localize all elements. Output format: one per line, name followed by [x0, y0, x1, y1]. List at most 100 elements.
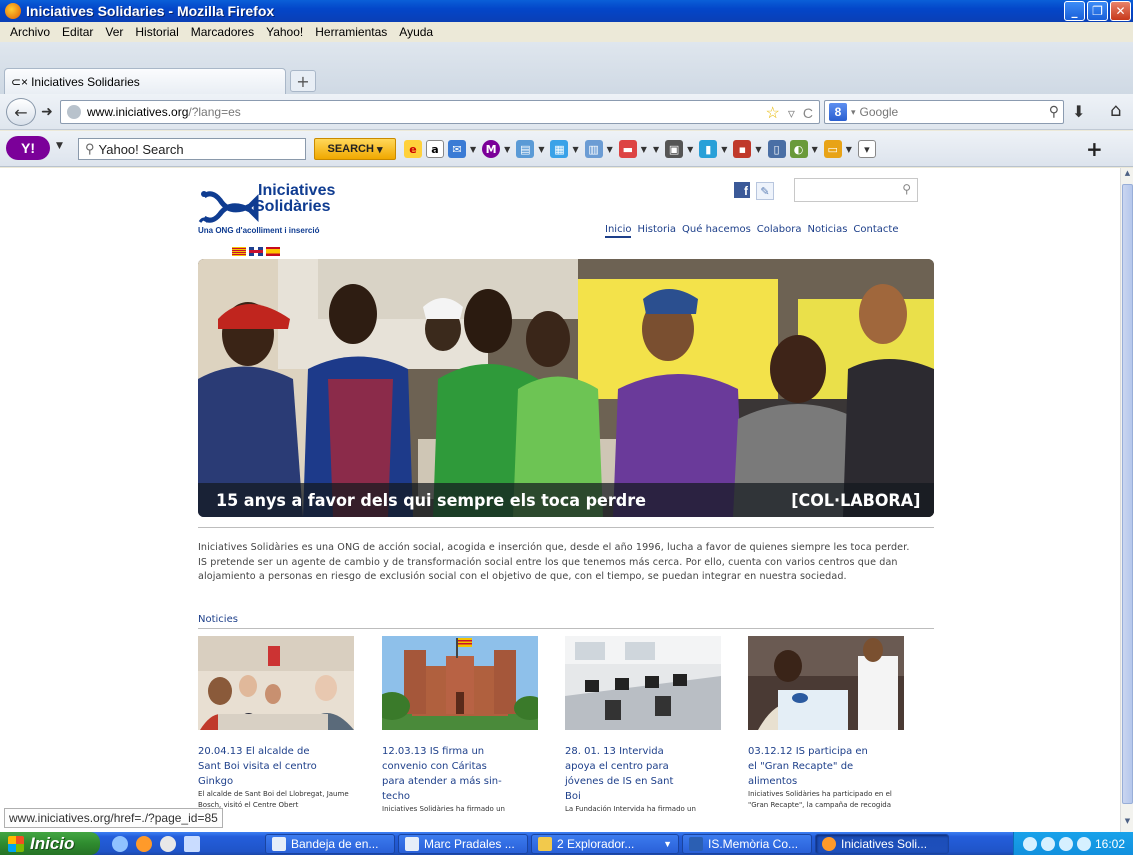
menu-editar[interactable]: Editar: [56, 25, 99, 39]
yahoo-search-button-label: SEARCH: [327, 143, 374, 155]
answers-icon[interactable]: ▯: [767, 140, 786, 158]
search-engine-box[interactable]: 8 ▾ Google ⚲: [824, 100, 1064, 124]
news-title[interactable]: 20.04.13 El alcalde de Sant Boi visita e…: [198, 744, 318, 789]
forward-button[interactable]: ➜: [36, 102, 58, 122]
minimize-button[interactable]: _: [1064, 1, 1085, 21]
my-yahoo-icon[interactable]: M: [482, 140, 501, 158]
news-item[interactable]: 20.04.13 El alcalde de Sant Boi visita e…: [198, 636, 354, 811]
firefox-icon: [822, 836, 836, 851]
news-thumbnail[interactable]: [565, 636, 721, 730]
yahoo-dropdown-icon[interactable]: ▼: [56, 141, 63, 151]
menu-marcadores[interactable]: Marcadores: [185, 25, 260, 39]
menu-archivo[interactable]: Archivo: [4, 25, 56, 39]
tray-app-icon[interactable]: [1076, 836, 1091, 851]
amazon-icon[interactable]: a: [426, 140, 444, 158]
globe-icon: [67, 105, 81, 119]
nav-que-hacemos[interactable]: Qué hacemos: [682, 224, 751, 238]
app-quick-icon[interactable]: [184, 835, 200, 852]
restore-button[interactable]: ❐: [1087, 1, 1108, 21]
firefox-quick-icon[interactable]: [136, 835, 152, 852]
uk-flag-icon[interactable]: [249, 247, 263, 256]
nav-inicio[interactable]: Inicio: [605, 224, 632, 238]
start-button[interactable]: Inicio: [0, 832, 100, 855]
download-icon[interactable]: ⬇: [1072, 102, 1085, 121]
search-icon[interactable]: ⚲: [1049, 103, 1059, 120]
weather-icon[interactable]: ▮: [699, 140, 718, 158]
vertical-scrollbar[interactable]: ▲ ▼: [1120, 168, 1133, 832]
nav-historia[interactable]: Historia: [637, 224, 676, 238]
dropdown-icon[interactable]: ▿: [788, 105, 795, 122]
nav-contacte[interactable]: Contacte: [853, 224, 898, 238]
menu-yahoo[interactable]: Yahoo!: [260, 25, 309, 39]
ebay-icon[interactable]: e: [404, 140, 422, 158]
yahoo-search-input[interactable]: ⚲ Yahoo! Search: [78, 138, 306, 160]
news-heading[interactable]: Noticies: [198, 614, 238, 625]
taskbar-item[interactable]: 2 Explorador... ▼: [531, 833, 679, 854]
add-button-icon[interactable]: +: [1086, 137, 1103, 161]
news-item[interactable]: 28. 01. 13 Intervida apoya el centro par…: [565, 636, 721, 815]
taskbar-item[interactable]: Bandeja de en...: [265, 833, 395, 854]
facebook-icon[interactable]: f: [734, 182, 750, 198]
notes-icon[interactable]: ▥: [584, 140, 603, 158]
tab-iniciatives[interactable]: ⊂× Iniciatives Solidaries: [4, 68, 286, 94]
menu-ayuda[interactable]: Ayuda: [393, 25, 439, 39]
new-tab-button[interactable]: +: [290, 70, 316, 92]
yahoo-logo-icon[interactable]: Y!: [6, 136, 50, 160]
catalan-flag-icon[interactable]: [232, 247, 246, 256]
clock[interactable]: 16:02: [1095, 837, 1125, 851]
quick-launch: [112, 835, 262, 852]
news-thumbnail[interactable]: [382, 636, 538, 730]
url-bar[interactable]: www.iniciatives.org /?lang=es ☆ ▿ C: [60, 100, 820, 124]
windows-taskbar: Inicio Bandeja de en... Marc Pradales ..…: [0, 832, 1133, 855]
mail-icon[interactable]: ✉: [448, 140, 466, 158]
movies-icon[interactable]: ▣: [665, 140, 684, 158]
menu-herramientas[interactable]: Herramientas: [309, 25, 393, 39]
home-icon[interactable]: ⌂: [1110, 100, 1121, 121]
group-dropdown-icon[interactable]: ▼: [663, 839, 672, 849]
hero-banner[interactable]: 15 anys a favor dels qui sempre els toca…: [198, 259, 934, 517]
taskbar-item[interactable]: IS.Memòria Co...: [682, 833, 812, 854]
folder-icon: [538, 836, 552, 851]
news-thumbnail[interactable]: [748, 636, 904, 730]
taskbar-item-active[interactable]: Iniciatives Soli...: [815, 833, 949, 854]
bookmark-star-icon[interactable]: ☆: [766, 103, 780, 123]
tray-volume-icon[interactable]: [1058, 836, 1073, 851]
flickr-icon[interactable]: ◐: [789, 140, 808, 158]
search-icon[interactable]: ⚲: [902, 182, 911, 196]
site-logo[interactable]: Iniciatives Solidàries Una ONG d'acollim…: [198, 178, 378, 240]
nav-colabora[interactable]: Colabora: [757, 224, 802, 238]
tray-network-icon[interactable]: [1040, 836, 1055, 851]
ie-icon[interactable]: [112, 835, 128, 852]
chrome-icon[interactable]: [160, 835, 176, 852]
search-engine-placeholder: Google: [859, 105, 899, 119]
site-search-input[interactable]: ⚲: [794, 178, 918, 202]
sports-icon[interactable]: ▬: [618, 140, 637, 158]
taskbar-item[interactable]: Marc Pradales ...: [398, 833, 528, 854]
tray-arrow-icon[interactable]: [1022, 836, 1037, 851]
news-item[interactable]: 12.03.13 IS firma un convenio con Cárita…: [382, 636, 538, 815]
finance-icon[interactable]: ▭: [823, 140, 842, 158]
nav-noticias[interactable]: Noticias: [808, 224, 848, 238]
news-item[interactable]: 03.12.12 IS participa en el "Gran Recapt…: [748, 636, 904, 811]
spanish-flag-icon[interactable]: [266, 247, 280, 256]
reload-icon[interactable]: C: [803, 105, 813, 121]
back-button[interactable]: ←: [6, 98, 36, 126]
menu-ver[interactable]: Ver: [99, 25, 129, 39]
blog-pencil-icon[interactable]: ✎: [756, 182, 774, 200]
games-icon[interactable]: ▪: [733, 140, 752, 158]
hero-collabora-link[interactable]: [COL·LABORA]: [791, 491, 920, 511]
yahoo-search-button[interactable]: SEARCH ▾: [314, 138, 396, 160]
scroll-down-icon[interactable]: ▼: [1122, 817, 1133, 831]
news-icon[interactable]: ▤: [516, 140, 535, 158]
news-title[interactable]: 28. 01. 13 Intervida apoya el centro par…: [565, 744, 685, 804]
menu-historial[interactable]: Historial: [129, 25, 184, 39]
close-button[interactable]: ✕: [1110, 1, 1131, 21]
search-engine-dropdown-icon[interactable]: ▾: [851, 107, 856, 118]
scroll-up-icon[interactable]: ▲: [1122, 169, 1133, 183]
news-thumbnail[interactable]: [198, 636, 354, 730]
more-icon[interactable]: ▾: [857, 140, 876, 158]
news-title[interactable]: 03.12.12 IS participa en el "Gran Recapt…: [748, 744, 868, 789]
calendar-icon[interactable]: ▦: [550, 140, 569, 158]
news-title[interactable]: 12.03.13 IS firma un convenio con Cárita…: [382, 744, 502, 804]
scrollbar-thumb[interactable]: [1122, 184, 1133, 804]
